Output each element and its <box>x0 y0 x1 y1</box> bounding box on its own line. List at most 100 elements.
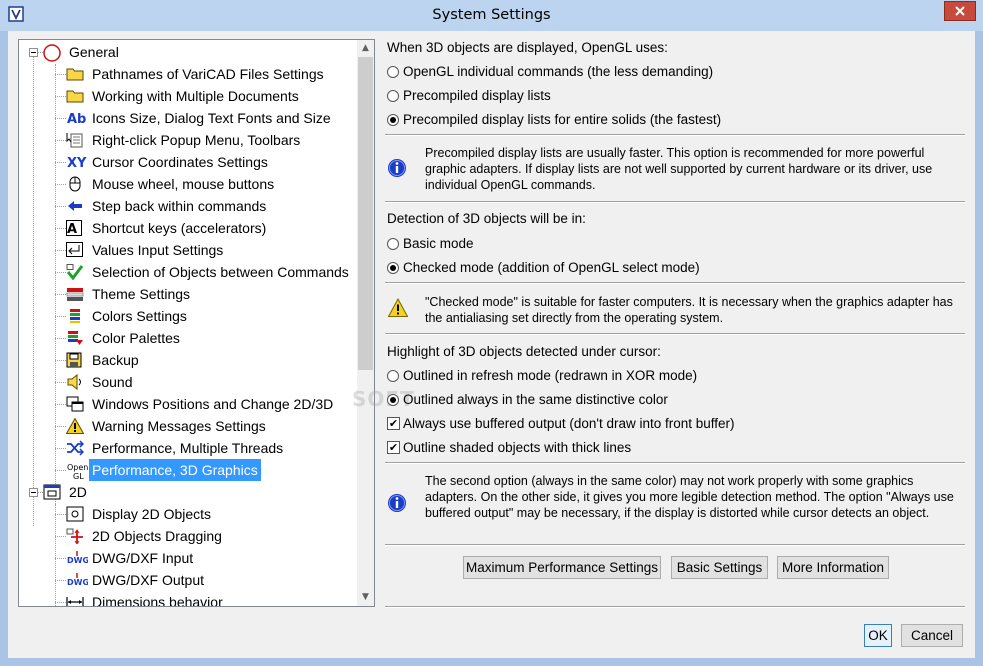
tree-item-label: Selection of Objects between Commands <box>92 264 349 280</box>
popup-menu-icon <box>66 132 84 148</box>
basic-settings-button[interactable]: Basic Settings <box>671 556 768 579</box>
tree-line <box>55 118 66 119</box>
arrow-left-icon <box>66 198 84 214</box>
window-title: System Settings <box>432 7 551 23</box>
tree-line <box>55 316 66 317</box>
separator <box>385 544 965 546</box>
opengl-note: Precompiled display lists are usually fa… <box>425 146 933 192</box>
close-button[interactable] <box>944 1 976 21</box>
detection-heading: Detection of 3D objects will be in: <box>387 211 586 226</box>
tree-item-label: Icons Size, Dialog Text Fonts and Size <box>92 110 331 126</box>
settings-tree[interactable]: General Pathnames of VariCAD Files Settin… <box>18 39 375 607</box>
svg-text:XY: XY <box>67 156 87 170</box>
tree-item-label: DWG/DXF Input <box>92 550 194 566</box>
outlined-refresh-radio[interactable] <box>387 370 399 382</box>
drag-icon <box>66 528 84 545</box>
tree-line <box>55 602 66 603</box>
tree-line <box>55 448 66 449</box>
tree-item-label: 2D Objects Dragging <box>92 528 222 544</box>
tree-line <box>55 206 66 207</box>
tree-item-label: Theme Settings <box>92 286 191 302</box>
max-performance-button[interactable]: Maximum Performance Settings <box>463 556 661 579</box>
opengl-heading: When 3D objects are displayed, OpenGL us… <box>387 40 668 55</box>
info-icon <box>388 159 406 177</box>
backup-icon <box>66 352 84 368</box>
tree-item-label: Pathnames of VariCAD Files Settings <box>92 66 324 82</box>
detection-note: "Checked mode" is suitable for faster co… <box>425 295 953 325</box>
general-circle-icon <box>43 44 61 62</box>
basic-mode-radio[interactable] <box>387 238 399 250</box>
checked-mode-radio[interactable] <box>387 262 399 274</box>
scroll-up-arrow[interactable]: ▲ <box>357 40 374 57</box>
separator <box>385 201 965 203</box>
enter-key-icon <box>66 242 84 258</box>
separator <box>385 606 965 608</box>
warning-icon <box>388 298 408 317</box>
outlined-color-radio[interactable] <box>387 394 399 406</box>
precompiled-solids-radio[interactable] <box>387 114 399 126</box>
cursor-xy-icon: XY <box>66 154 87 171</box>
2d-window-icon <box>43 484 61 500</box>
tree-line <box>55 536 66 537</box>
checked-mode-label[interactable]: Checked mode (addition of OpenGL select … <box>403 260 700 275</box>
tree-line <box>55 184 66 185</box>
warning-icon <box>65 417 85 434</box>
highlight-note: The second option (always in the same co… <box>425 474 954 520</box>
separator <box>385 282 965 284</box>
tree-item-label: Performance, 3D Graphics <box>89 459 261 481</box>
tree-line <box>55 74 66 75</box>
tree-item-label: Shortcut keys (accelerators) <box>92 220 267 236</box>
tree-item-label: Mouse wheel, mouse buttons <box>92 176 275 192</box>
outlined-color-label[interactable]: Outlined always in the same distinctive … <box>403 392 668 407</box>
collapse-toggle[interactable] <box>29 488 38 497</box>
scroll-thumb[interactable] <box>358 57 373 370</box>
windows-icon <box>66 396 84 412</box>
tree-line <box>55 514 66 515</box>
close-icon <box>955 6 965 16</box>
collapse-toggle[interactable] <box>29 48 38 57</box>
buffered-output-checkbox[interactable]: ✔ <box>387 417 400 430</box>
tree-item-label: Sound <box>92 374 133 390</box>
folder-icon <box>66 66 84 82</box>
cancel-button[interactable]: Cancel <box>901 624 963 647</box>
outlined-refresh-label[interactable]: Outlined in refresh mode (redrawn in XOR… <box>403 368 697 383</box>
tree-line <box>55 294 66 295</box>
basic-mode-label[interactable]: Basic mode <box>403 236 474 251</box>
ok-button[interactable]: OK <box>864 624 892 647</box>
tree-line <box>55 228 66 229</box>
tree-scrollbar[interactable]: ▲ ▼ <box>357 40 374 606</box>
precompiled-lists-label[interactable]: Precompiled display lists <box>403 88 551 103</box>
tree-line <box>55 580 66 581</box>
tree-line <box>55 64 56 504</box>
tree-item-label: Colors Settings <box>92 308 187 324</box>
tree-item-label: 2D <box>69 484 87 500</box>
tree-item-label: Performance, Multiple Threads <box>92 440 284 456</box>
buffered-output-label[interactable]: Always use buffered output (don't draw i… <box>403 416 735 431</box>
tree-item-label: Values Input Settings <box>92 242 224 258</box>
more-information-button[interactable]: More Information <box>777 556 889 579</box>
opengl-individual-radio[interactable] <box>387 66 399 78</box>
tree-line <box>55 382 66 383</box>
tree-viewport: General Pathnames of VariCAD Files Settin… <box>19 40 352 606</box>
folder-icon <box>66 88 84 104</box>
opengl-individual-label[interactable]: OpenGL individual commands (the less dem… <box>403 64 713 79</box>
tree-line <box>55 338 66 339</box>
svg-text:Ab: Ab <box>67 112 86 126</box>
tree-item-label: Dimensions behavior <box>92 594 223 606</box>
tree-line <box>55 96 66 97</box>
tree-item-label: Backup <box>92 352 139 368</box>
theme-icon <box>66 286 84 302</box>
thick-lines-checkbox[interactable]: ✔ <box>387 441 400 454</box>
tree-item-label: Working with Multiple Documents <box>92 88 299 104</box>
mouse-icon <box>66 176 84 192</box>
tree-item-label: Cursor Coordinates Settings <box>92 154 268 170</box>
thick-lines-label[interactable]: Outline shaded objects with thick lines <box>403 440 631 455</box>
speaker-icon <box>66 373 84 391</box>
precompiled-solids-label[interactable]: Precompiled display lists for entire sol… <box>403 112 721 127</box>
dialog-client: General Pathnames of VariCAD Files Settin… <box>8 31 975 658</box>
title-bar[interactable]: System Settings <box>0 0 983 31</box>
selection-check-icon <box>66 264 84 281</box>
scroll-down-arrow[interactable]: ▼ <box>357 589 374 606</box>
precompiled-lists-radio[interactable] <box>387 90 399 102</box>
tree-line <box>55 470 66 471</box>
